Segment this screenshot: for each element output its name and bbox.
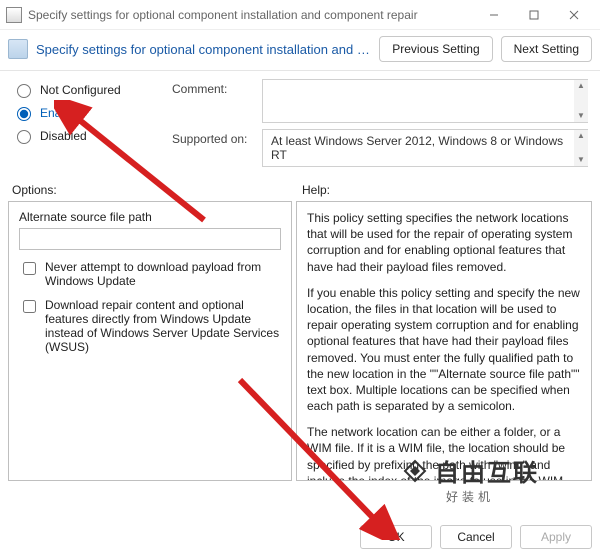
policy-icon — [8, 39, 28, 59]
policy-state-radios: Not Configured Enabled Disabled — [12, 79, 142, 144]
help-paragraph: The network location can be either a fol… — [307, 424, 581, 481]
radio-disabled[interactable]: Disabled — [12, 127, 142, 144]
radio-not-configured[interactable]: Not Configured — [12, 81, 142, 98]
cancel-button[interactable]: Cancel — [440, 525, 512, 549]
minimize-button[interactable] — [474, 1, 514, 29]
scroll-up-icon: ▲ — [574, 80, 588, 92]
radio-not-configured-label: Not Configured — [40, 83, 121, 97]
dialog-footer: OK Cancel Apply — [360, 525, 592, 549]
apply-button[interactable]: Apply — [520, 525, 592, 549]
close-button[interactable] — [554, 1, 594, 29]
policy-state-area: Not Configured Enabled Disabled Comment:… — [0, 71, 600, 177]
alternate-source-path-label: Alternate source file path — [19, 210, 281, 224]
radio-disabled-label: Disabled — [40, 129, 87, 143]
wsus-bypass-checkbox[interactable] — [23, 300, 36, 313]
never-download-label: Never attempt to download payload from W… — [45, 260, 281, 288]
app-icon — [6, 7, 22, 23]
scroll-down-icon: ▼ — [574, 154, 588, 166]
never-download-checkbox[interactable] — [23, 262, 36, 275]
radio-not-configured-input[interactable] — [17, 84, 31, 98]
comment-scrollbar[interactable]: ▲ ▼ — [574, 79, 588, 123]
policy-header: Specify settings for optional component … — [0, 30, 600, 68]
section-labels: Options: Help: — [0, 177, 600, 201]
scroll-up-icon: ▲ — [574, 130, 588, 142]
policy-title: Specify settings for optional component … — [36, 42, 371, 57]
maximize-button[interactable] — [514, 1, 554, 29]
comment-field[interactable] — [262, 79, 574, 123]
comment-label: Comment: — [172, 79, 262, 123]
window-title: Specify settings for optional component … — [28, 8, 418, 22]
watermark-subtext: 好装机 — [360, 488, 580, 505]
radio-disabled-input[interactable] — [17, 130, 31, 144]
radio-enabled-label: Enabled — [40, 106, 84, 120]
policy-meta-fields: Comment: ▲ ▼ Supported on: At least Wind… — [172, 79, 588, 173]
options-heading: Options: — [12, 183, 302, 197]
previous-setting-button[interactable]: Previous Setting — [379, 36, 492, 62]
radio-enabled[interactable]: Enabled — [12, 104, 142, 121]
alternate-source-path-input[interactable] — [19, 228, 281, 250]
help-paragraph: This policy setting specifies the networ… — [307, 210, 581, 275]
supported-on-field: At least Windows Server 2012, Windows 8 … — [262, 129, 574, 167]
scroll-down-icon: ▼ — [574, 110, 588, 122]
options-pane: Alternate source file path Never attempt… — [8, 201, 292, 481]
supported-on-label: Supported on: — [172, 129, 262, 167]
help-heading: Help: — [302, 183, 588, 197]
supported-scrollbar[interactable]: ▲ ▼ — [574, 129, 588, 167]
radio-enabled-input[interactable] — [17, 107, 31, 121]
help-paragraph: If you enable this policy setting and sp… — [307, 285, 581, 415]
ok-button[interactable]: OK — [360, 525, 432, 549]
panes: Alternate source file path Never attempt… — [0, 201, 600, 481]
help-pane: This policy setting specifies the networ… — [296, 201, 592, 481]
wsus-bypass-label: Download repair content and optional fea… — [45, 298, 281, 354]
titlebar: Specify settings for optional component … — [0, 0, 600, 30]
next-setting-button[interactable]: Next Setting — [501, 36, 592, 62]
